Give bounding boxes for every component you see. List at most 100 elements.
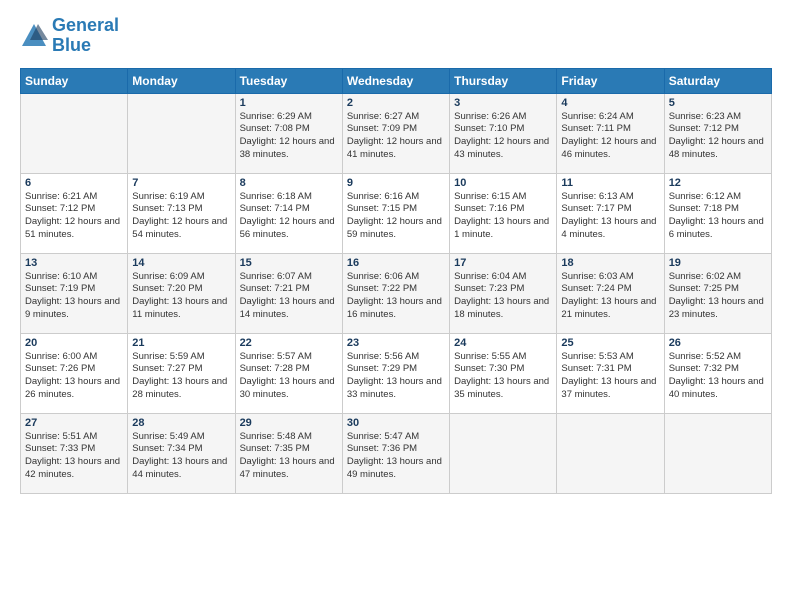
calendar-cell: 17Sunrise: 6:04 AMSunset: 7:23 PMDayligh… — [450, 253, 557, 333]
header: GeneralBlue — [20, 16, 772, 56]
logo: GeneralBlue — [20, 16, 119, 56]
day-info: Sunrise: 6:29 AMSunset: 7:08 PMDaylight:… — [240, 111, 338, 162]
day-number: 8 — [240, 177, 338, 189]
calendar-cell: 8 Sunrise: 6:18 AMSunset: 7:14 PMDaylight… — [235, 173, 342, 253]
day-info: Sunrise: 5:48 AMSunset: 7:35 PMDaylight:… — [240, 431, 338, 482]
day-number: 12 — [669, 177, 767, 189]
day-info: Sunrise: 6:12 AMSunset: 7:18 PMDaylight:… — [669, 191, 767, 242]
day-number: 9 — [347, 177, 445, 189]
calendar-cell: 23 Sunrise: 5:56 AMSunset: 7:29 PMDayligh… — [342, 333, 449, 413]
calendar-cell: 22Sunrise: 5:57 AMSunset: 7:28 PMDayligh… — [235, 333, 342, 413]
calendar-cell: 16Sunrise: 6:06 AMSunset: 7:22 PMDayligh… — [342, 253, 449, 333]
calendar-cell: 30 Sunrise: 5:47 AMSunset: 7:36 PMDayligh… — [342, 413, 449, 493]
day-info: Sunrise: 6:00 AMSunset: 7:26 PMDaylight:… — [25, 351, 123, 402]
calendar-body: 1Sunrise: 6:29 AMSunset: 7:08 PMDaylight… — [21, 93, 772, 493]
calendar-cell: 14 Sunrise: 6:09 AMSunset: 7:20 PMDayligh… — [128, 253, 235, 333]
calendar-cell: 7Sunrise: 6:19 AMSunset: 7:13 PMDaylight… — [128, 173, 235, 253]
calendar-header: SundayMondayTuesdayWednesdayThursdayFrid… — [21, 68, 772, 93]
day-number: 21 — [132, 337, 230, 349]
day-info: Sunrise: 6:26 AMSunset: 7:10 PMDaylight:… — [454, 111, 552, 162]
day-info: Sunrise: 6:15 AMSunset: 7:16 PMDaylight:… — [454, 191, 552, 242]
calendar-cell: 26 Sunrise: 5:52 AMSunset: 7:32 PMDayligh… — [664, 333, 771, 413]
day-info: Sunrise: 5:53 AMSunset: 7:31 PMDaylight:… — [561, 351, 659, 402]
day-number: 13 — [25, 257, 123, 269]
day-info: Sunrise: 6:09 AMSunset: 7:20 PMDaylight:… — [132, 271, 230, 322]
day-number: 18 — [561, 257, 659, 269]
day-info: Sunrise: 6:23 AMSunset: 7:12 PMDaylight:… — [669, 111, 767, 162]
calendar-cell — [450, 413, 557, 493]
logo-icon — [20, 22, 48, 50]
day-number: 4 — [561, 97, 659, 109]
calendar-cell: 9 Sunrise: 6:16 AMSunset: 7:15 PMDaylight… — [342, 173, 449, 253]
day-number: 11 — [561, 177, 659, 189]
weekday-header: Friday — [557, 68, 664, 93]
day-number: 5 — [669, 97, 767, 109]
calendar-cell: 13 Sunrise: 6:10 AMSunset: 7:19 PMDayligh… — [21, 253, 128, 333]
day-number: 2 — [347, 97, 445, 109]
day-info: Sunrise: 5:59 AMSunset: 7:27 PMDaylight:… — [132, 351, 230, 402]
logo-text: GeneralBlue — [52, 16, 119, 56]
header-row: SundayMondayTuesdayWednesdayThursdayFrid… — [21, 68, 772, 93]
day-info: Sunrise: 5:56 AMSunset: 7:29 PMDaylight:… — [347, 351, 445, 402]
day-info: Sunrise: 6:16 AMSunset: 7:15 PMDaylight:… — [347, 191, 445, 242]
day-info: Sunrise: 6:21 AMSunset: 7:12 PMDaylight:… — [25, 191, 123, 242]
day-number: 25 — [561, 337, 659, 349]
calendar-cell: 18 Sunrise: 6:03 AMSunset: 7:24 PMDayligh… — [557, 253, 664, 333]
calendar-cell: 24Sunrise: 5:55 AMSunset: 7:30 PMDayligh… — [450, 333, 557, 413]
day-number: 14 — [132, 257, 230, 269]
calendar-cell: 6 Sunrise: 6:21 AMSunset: 7:12 PMDaylight… — [21, 173, 128, 253]
calendar-cell: 27 Sunrise: 5:51 AMSunset: 7:33 PMDayligh… — [21, 413, 128, 493]
day-info: Sunrise: 6:13 AMSunset: 7:17 PMDaylight:… — [561, 191, 659, 242]
day-info: Sunrise: 5:51 AMSunset: 7:33 PMDaylight:… — [25, 431, 123, 482]
calendar-cell — [557, 413, 664, 493]
day-info: Sunrise: 5:49 AMSunset: 7:34 PMDaylight:… — [132, 431, 230, 482]
day-info: Sunrise: 6:07 AMSunset: 7:21 PMDaylight:… — [240, 271, 338, 322]
calendar-cell: 12 Sunrise: 6:12 AMSunset: 7:18 PMDayligh… — [664, 173, 771, 253]
calendar-cell: 15 Sunrise: 6:07 AMSunset: 7:21 PMDayligh… — [235, 253, 342, 333]
calendar-week-row: 6 Sunrise: 6:21 AMSunset: 7:12 PMDaylight… — [21, 173, 772, 253]
weekday-header: Monday — [128, 68, 235, 93]
calendar-cell: 3Sunrise: 6:26 AMSunset: 7:10 PMDaylight… — [450, 93, 557, 173]
day-number: 24 — [454, 337, 552, 349]
day-number: 6 — [25, 177, 123, 189]
calendar-cell: 20 Sunrise: 6:00 AMSunset: 7:26 PMDayligh… — [21, 333, 128, 413]
calendar-cell — [664, 413, 771, 493]
page: GeneralBlue SundayMondayTuesdayWednesday… — [0, 0, 792, 510]
day-number: 27 — [25, 417, 123, 429]
calendar-cell: 4 Sunrise: 6:24 AMSunset: 7:11 PMDaylight… — [557, 93, 664, 173]
calendar-week-row: 27 Sunrise: 5:51 AMSunset: 7:33 PMDayligh… — [21, 413, 772, 493]
day-number: 23 — [347, 337, 445, 349]
weekday-header: Wednesday — [342, 68, 449, 93]
calendar-cell — [21, 93, 128, 173]
day-info: Sunrise: 5:47 AMSunset: 7:36 PMDaylight:… — [347, 431, 445, 482]
day-number: 29 — [240, 417, 338, 429]
day-number: 26 — [669, 337, 767, 349]
calendar-table: SundayMondayTuesdayWednesdayThursdayFrid… — [20, 68, 772, 494]
calendar-week-row: 20 Sunrise: 6:00 AMSunset: 7:26 PMDayligh… — [21, 333, 772, 413]
calendar-cell: 29 Sunrise: 5:48 AMSunset: 7:35 PMDayligh… — [235, 413, 342, 493]
calendar-cell: 21 Sunrise: 5:59 AMSunset: 7:27 PMDayligh… — [128, 333, 235, 413]
day-number: 16 — [347, 257, 445, 269]
calendar-cell: 25 Sunrise: 5:53 AMSunset: 7:31 PMDayligh… — [557, 333, 664, 413]
day-info: Sunrise: 5:52 AMSunset: 7:32 PMDaylight:… — [669, 351, 767, 402]
day-number: 20 — [25, 337, 123, 349]
day-info: Sunrise: 6:04 AMSunset: 7:23 PMDaylight:… — [454, 271, 552, 322]
calendar-cell — [128, 93, 235, 173]
calendar-cell: 5 Sunrise: 6:23 AMSunset: 7:12 PMDaylight… — [664, 93, 771, 173]
day-info: Sunrise: 6:19 AMSunset: 7:13 PMDaylight:… — [132, 191, 230, 242]
calendar-cell: 19 Sunrise: 6:02 AMSunset: 7:25 PMDayligh… — [664, 253, 771, 333]
day-number: 19 — [669, 257, 767, 269]
day-info: Sunrise: 6:18 AMSunset: 7:14 PMDaylight:… — [240, 191, 338, 242]
weekday-header: Sunday — [21, 68, 128, 93]
calendar-cell: 1Sunrise: 6:29 AMSunset: 7:08 PMDaylight… — [235, 93, 342, 173]
day-info: Sunrise: 6:10 AMSunset: 7:19 PMDaylight:… — [25, 271, 123, 322]
day-info: Sunrise: 6:24 AMSunset: 7:11 PMDaylight:… — [561, 111, 659, 162]
day-info: Sunrise: 6:02 AMSunset: 7:25 PMDaylight:… — [669, 271, 767, 322]
weekday-header: Tuesday — [235, 68, 342, 93]
weekday-header: Saturday — [664, 68, 771, 93]
day-info: Sunrise: 6:03 AMSunset: 7:24 PMDaylight:… — [561, 271, 659, 322]
day-number: 15 — [240, 257, 338, 269]
day-number: 30 — [347, 417, 445, 429]
calendar-cell: 28Sunrise: 5:49 AMSunset: 7:34 PMDayligh… — [128, 413, 235, 493]
calendar-cell: 2Sunrise: 6:27 AMSunset: 7:09 PMDaylight… — [342, 93, 449, 173]
